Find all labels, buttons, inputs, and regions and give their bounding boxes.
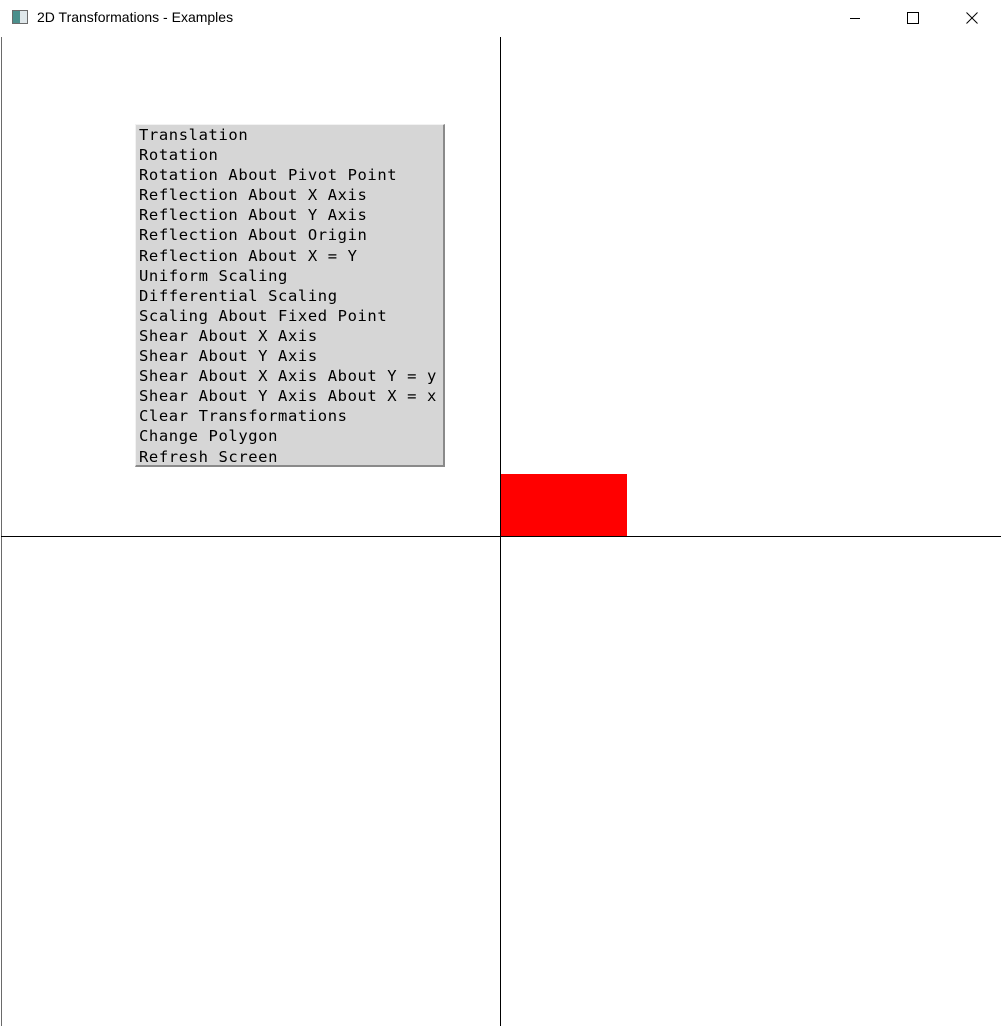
menu-item-reflection-about-y-axis[interactable]: Reflection About Y Axis (136, 206, 443, 226)
close-icon (966, 12, 978, 24)
menu-item-refresh-screen[interactable]: Refresh Screen (136, 448, 443, 468)
menu-item-shear-about-x-axis[interactable]: Shear About X Axis (136, 327, 443, 347)
minimize-button[interactable] (826, 0, 884, 36)
window-title: 2D Transformations - Examples (37, 9, 234, 25)
menu-item-scaling-about-fixed-point[interactable]: Scaling About Fixed Point (136, 307, 443, 327)
x-axis-line (1, 536, 1001, 537)
menu-item-change-polygon[interactable]: Change Polygon (136, 427, 443, 447)
menu-item-reflection-about-x-axis[interactable]: Reflection About X Axis (136, 186, 443, 206)
maximize-icon (907, 12, 919, 24)
title-bar[interactable]: 2D Transformations - Examples (0, 0, 1001, 36)
menu-item-reflection-about-x-equals-y[interactable]: Reflection About X = Y (136, 247, 443, 267)
menu-item-shear-about-y-axis[interactable]: Shear About Y Axis (136, 347, 443, 367)
menu-item-differential-scaling[interactable]: Differential Scaling (136, 287, 443, 307)
menu-item-rotation[interactable]: Rotation (136, 146, 443, 166)
maximize-button[interactable] (884, 0, 942, 36)
menu-item-rotation-about-pivot-point[interactable]: Rotation About Pivot Point (136, 166, 443, 186)
menu-item-translation[interactable]: Translation (136, 126, 443, 146)
app-window: 2D Transformations - Examples Translatio… (0, 0, 1001, 1026)
polygon-shape (501, 474, 627, 536)
context-menu: Translation Rotation Rotation About Pivo… (135, 124, 445, 467)
menu-item-reflection-about-origin[interactable]: Reflection About Origin (136, 226, 443, 246)
minimize-icon (850, 18, 860, 19)
close-button[interactable] (943, 0, 1001, 36)
menu-item-uniform-scaling[interactable]: Uniform Scaling (136, 267, 443, 287)
menu-item-shear-about-x-axis-about-y[interactable]: Shear About X Axis About Y = y (136, 367, 443, 387)
menu-item-shear-about-y-axis-about-x[interactable]: Shear About Y Axis About X = x (136, 387, 443, 407)
app-icon (12, 10, 28, 24)
menu-item-clear-transformations[interactable]: Clear Transformations (136, 407, 443, 427)
